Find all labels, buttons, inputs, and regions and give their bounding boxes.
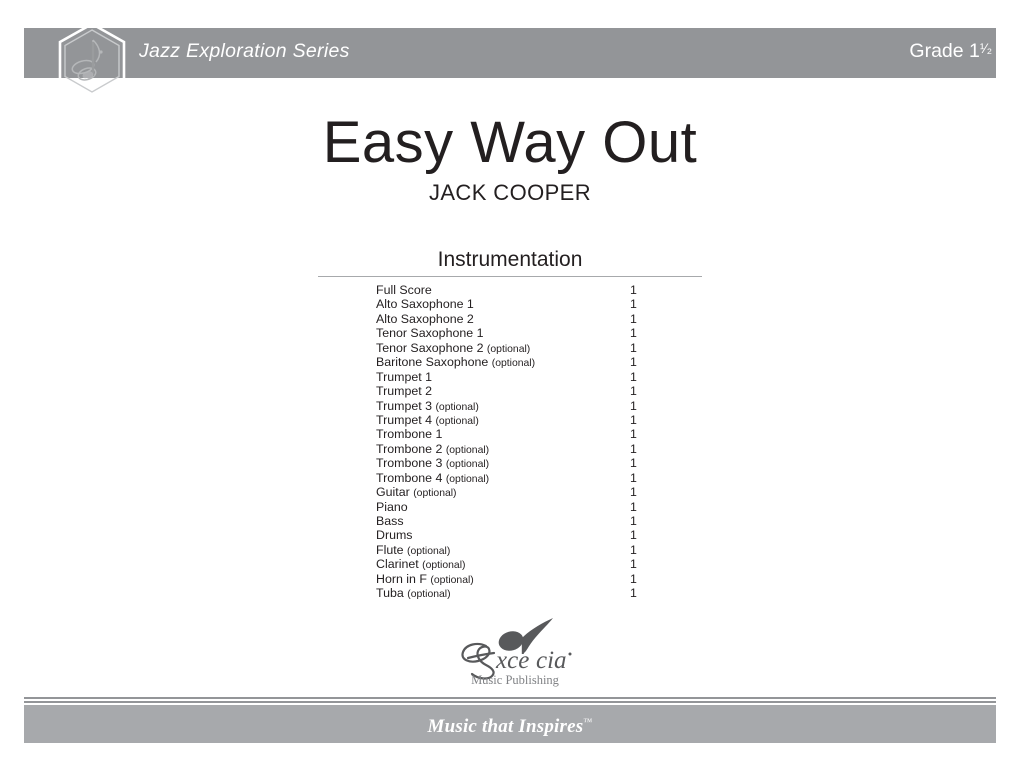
instrumentation-row: Trumpet 1 1 bbox=[376, 370, 666, 384]
svg-text:cia: cia bbox=[536, 647, 567, 674]
instrument-name: Trombone 1 bbox=[376, 427, 443, 442]
instrumentation-row: Guitar (optional) 1 bbox=[376, 485, 666, 499]
page-title: Easy Way Out bbox=[322, 110, 698, 175]
instrument-name: Guitar bbox=[376, 485, 410, 500]
instrumentation-row: Tuba (optional) 1 bbox=[376, 586, 666, 600]
instrument-quantity: 1 bbox=[630, 542, 637, 557]
footer-rule-top bbox=[24, 697, 996, 699]
instrumentation-row: Baritone Saxophone (optional) 1 bbox=[376, 355, 666, 369]
instrument-optional-tag: (optional) bbox=[486, 343, 531, 355]
instrument-quantity: 1 bbox=[630, 427, 637, 442]
instrumentation-row: Drums 1 bbox=[376, 528, 666, 542]
instrument-name: Trumpet 4 bbox=[376, 412, 433, 427]
instrument-quantity: 1 bbox=[630, 485, 637, 500]
instrument-quantity: 1 bbox=[630, 398, 637, 413]
instrumentation-row: Trombone 3 (optional) 1 bbox=[376, 456, 666, 470]
instrument-quantity: 1 bbox=[630, 340, 637, 355]
instrument-name: Clarinet bbox=[376, 557, 419, 572]
instrumentation-row: Flute (optional) 1 bbox=[376, 543, 666, 557]
instrumentation-row: Trumpet 4 (optional) 1 bbox=[376, 413, 666, 427]
instrument-name: Trombone 2 bbox=[376, 441, 443, 456]
instrument-quantity: 1 bbox=[630, 369, 637, 384]
instrumentation-row: Piano 1 bbox=[376, 500, 666, 514]
instrument-name: Tenor Saxophone 2 bbox=[376, 340, 484, 355]
instrumentation-row: Alto Saxophone 1 1 bbox=[376, 297, 666, 311]
instrument-quantity: 1 bbox=[630, 311, 637, 326]
instrument-quantity: 1 bbox=[630, 499, 637, 514]
instrument-name: Piano bbox=[376, 499, 408, 514]
instrument-name: Full Score bbox=[376, 283, 432, 297]
instrumentation-row: Trombone 2 (optional) 1 bbox=[376, 442, 666, 456]
instrument-name: Trumpet 1 bbox=[376, 369, 433, 384]
instrument-optional-tag: (optional) bbox=[422, 560, 466, 572]
footer-tagline: Music that Inspires™ bbox=[24, 716, 996, 738]
instrumentation-row: Trumpet 3 (optional) 1 bbox=[376, 399, 666, 413]
footer-tagline-text: Music that Inspires bbox=[427, 716, 584, 737]
instrument-quantity: 1 bbox=[630, 297, 637, 312]
svg-text:Music Publishing: Music Publishing bbox=[471, 673, 560, 687]
instrumentation-row: Alto Saxophone 2 1 bbox=[376, 312, 666, 326]
composer-name: JACK COOPER bbox=[428, 180, 592, 205]
footer-rule-bottom bbox=[24, 701, 996, 703]
instrument-quantity: 1 bbox=[630, 384, 637, 399]
instrument-quantity: 1 bbox=[630, 514, 637, 528]
instrument-optional-tag: (optional) bbox=[413, 488, 457, 500]
hexagon-music-note-logo-icon bbox=[57, 22, 127, 100]
series-title: Jazz Exploration Series bbox=[139, 40, 350, 62]
footer-band: Music that Inspires™ bbox=[24, 705, 996, 743]
instrumentation-row: Trumpet 2 1 bbox=[376, 384, 666, 398]
instrument-name: Trombone 3 bbox=[376, 456, 443, 471]
instrument-name: Trumpet 2 bbox=[376, 384, 433, 399]
instrument-quantity: 1 bbox=[630, 283, 637, 297]
instrumentation-row: Full Score 1 bbox=[376, 283, 666, 297]
instrumentation-row: Clarinet (optional) 1 bbox=[376, 557, 666, 571]
instrumentation-row: Trombone 1 1 bbox=[376, 427, 666, 441]
instrumentation-row: Horn in F (optional) 1 bbox=[376, 572, 666, 586]
instrument-optional-tag: (optional) bbox=[445, 459, 490, 471]
instrumentation-list: Full Score 1 Alto Saxophone 1 1 Alto Saxopho… bbox=[376, 283, 666, 601]
instrument-optional-tag: (optional) bbox=[435, 415, 479, 427]
instrument-name: Horn in F bbox=[376, 571, 427, 586]
instrument-name: Trombone 4 bbox=[376, 470, 443, 485]
instrument-quantity: 1 bbox=[630, 586, 637, 601]
instrument-name: Alto Saxophone 1 bbox=[376, 297, 474, 312]
instrument-name: Baritone Saxophone bbox=[376, 355, 489, 370]
instrument-quantity: 1 bbox=[630, 470, 637, 485]
instrument-quantity: 1 bbox=[630, 557, 637, 572]
excelcia-script-note-logo-icon: xce cia Music Publishing bbox=[452, 616, 578, 692]
instrument-optional-tag: (optional) bbox=[445, 444, 490, 456]
instrument-optional-tag: (optional) bbox=[491, 358, 536, 370]
instrument-name: Tuba bbox=[376, 586, 404, 601]
svg-text:xce: xce bbox=[495, 647, 529, 674]
instrument-name: Trumpet 3 bbox=[376, 398, 433, 413]
instrumentation-heading: Instrumentation bbox=[437, 248, 583, 271]
grade-fraction: ¹⁄₂ bbox=[979, 40, 992, 56]
instrumentation-row: Tenor Saxophone 1 1 bbox=[376, 326, 666, 340]
instrumentation-row: Tenor Saxophone 2 (optional) 1 bbox=[376, 341, 666, 355]
instrument-quantity: 1 bbox=[630, 355, 637, 370]
grade-label-text: Grade 1 bbox=[909, 40, 980, 62]
instrument-quantity: 1 bbox=[630, 528, 637, 543]
instrument-quantity: 1 bbox=[630, 456, 637, 471]
instrument-optional-tag: (optional) bbox=[445, 473, 490, 485]
instrument-quantity: 1 bbox=[630, 412, 637, 427]
instrument-optional-tag: (optional) bbox=[435, 401, 479, 413]
instrument-name: Flute bbox=[376, 542, 404, 557]
instrument-name: Tenor Saxophone 1 bbox=[376, 326, 484, 341]
instrument-quantity: 1 bbox=[630, 571, 637, 586]
instrument-quantity: 1 bbox=[630, 441, 637, 456]
instrumentation-row: Bass 1 bbox=[376, 514, 666, 528]
instrumentation-row: Trombone 4 (optional) 1 bbox=[376, 471, 666, 485]
instrument-optional-tag: (optional) bbox=[407, 589, 451, 601]
grade-label: Grade 1¹⁄₂ bbox=[909, 40, 992, 63]
trademark-symbol: ™ bbox=[583, 716, 593, 727]
instrument-name: Alto Saxophone 2 bbox=[376, 311, 474, 326]
instrument-optional-tag: (optional) bbox=[430, 574, 474, 586]
instrumentation-divider bbox=[318, 276, 702, 277]
instrument-optional-tag: (optional) bbox=[407, 545, 451, 557]
instrument-name: Bass bbox=[376, 514, 404, 528]
instrument-name: Drums bbox=[376, 528, 413, 543]
instrument-quantity: 1 bbox=[630, 326, 637, 341]
